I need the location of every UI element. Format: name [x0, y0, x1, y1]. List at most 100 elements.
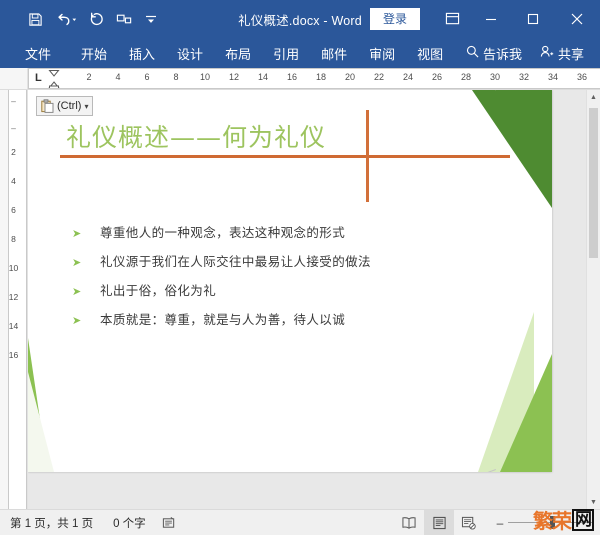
vruler-dash: – [0, 123, 27, 133]
document-region: – – 2 4 6 8 10 12 14 16 [0, 90, 600, 509]
decor-horizontal-rule [60, 155, 510, 158]
list-item: ➤ 礼仪源于我们在人际交往中最易让人接受的做法 [72, 251, 472, 270]
hruler-tick: 10 [200, 72, 210, 82]
decor-bottom-right-line [336, 469, 496, 472]
bullet-marker-icon: ➤ [72, 227, 100, 240]
title-bar-right: 登录 [370, 0, 600, 38]
list-item-text: 礼仪源于我们在人际交往中最易让人接受的做法 [100, 251, 371, 270]
ribbon-display-options-icon[interactable] [434, 0, 470, 38]
hruler-tick: 6 [144, 72, 149, 82]
paste-options-label: (Ctrl) [57, 100, 81, 112]
minimize-button[interactable] [470, 0, 512, 38]
search-icon [466, 45, 479, 61]
indent-markers-icon[interactable] [48, 69, 60, 89]
tab-design[interactable]: 设计 [168, 41, 212, 66]
decor-vertical-rule [366, 110, 369, 202]
hruler-tick: 8 [173, 72, 178, 82]
hruler-tick: 20 [345, 72, 355, 82]
decor-left-pale-triangle [28, 372, 54, 472]
hruler-tick: 4 [115, 72, 120, 82]
horizontal-ruler[interactable]: L 2 4 6 8 10 12 14 16 18 20 22 24 26 28 … [28, 68, 600, 89]
watermark-boxed-char: 网 [572, 509, 594, 531]
decor-bottom-right-green-triangle [500, 354, 552, 472]
ruler-corner [0, 68, 28, 89]
hruler-tick: 30 [490, 72, 500, 82]
tab-references[interactable]: 引用 [264, 41, 308, 66]
ribbon-tab-bar: 文件 开始 插入 设计 布局 引用 邮件 审阅 视图 告诉我 共享 [0, 38, 600, 68]
hruler-tick: 18 [316, 72, 326, 82]
vertical-ruler[interactable]: – – 2 4 6 8 10 12 14 16 [0, 90, 28, 509]
quick-access-toolbar [0, 6, 164, 32]
read-mode-view-button[interactable] [394, 510, 424, 535]
status-bar: 第 1 页，共 1 页 0 个字 – 繁荣 网 [0, 509, 600, 535]
tab-stop-selector[interactable]: L [35, 72, 42, 84]
list-item-text: 尊重他人的一种观念，表达这种观念的形式 [100, 222, 345, 241]
vruler-tick: 10 [0, 263, 27, 273]
decor-top-right-green-triangle [472, 90, 552, 208]
scrollbar-thumb[interactable] [589, 108, 598, 258]
document-canvas[interactable]: 礼仪概述——何为礼仪 ➤ 尊重他人的一种观念，表达这种观念的形式 ➤ 礼仪源于我… [28, 90, 600, 509]
list-item-text: 礼出于俗，俗化为礼 [100, 280, 216, 299]
sign-in-button[interactable]: 登录 [370, 8, 420, 30]
tab-insert[interactable]: 插入 [120, 41, 164, 66]
vruler-tick: 6 [0, 205, 27, 215]
hruler-tick: 32 [519, 72, 529, 82]
word-count-status[interactable]: 0 个字 [103, 515, 156, 531]
status-bar-right: – 繁荣 网 [394, 510, 600, 535]
zoom-out-button[interactable]: – [492, 516, 508, 530]
share-label: 共享 [558, 44, 584, 63]
customize-quick-access-icon[interactable] [138, 6, 164, 32]
bullet-marker-icon: ➤ [72, 285, 100, 298]
bullet-marker-icon: ➤ [72, 256, 100, 269]
hruler-tick: 12 [229, 72, 239, 82]
undo-icon[interactable] [49, 6, 83, 32]
maximize-button[interactable] [512, 0, 554, 38]
hruler-tick: 28 [461, 72, 471, 82]
watermark: 繁荣 网 [533, 505, 594, 534]
tell-me-button[interactable]: 告诉我 [458, 42, 530, 65]
vruler-tick: 4 [0, 176, 27, 186]
web-layout-view-button[interactable] [454, 510, 484, 535]
document-page[interactable]: 礼仪概述——何为礼仪 ➤ 尊重他人的一种观念，表达这种观念的形式 ➤ 礼仪源于我… [28, 90, 552, 472]
scroll-up-icon[interactable]: ▲ [587, 90, 600, 104]
list-item: ➤ 礼出于俗，俗化为礼 [72, 280, 472, 299]
vruler-tick: 12 [0, 292, 27, 302]
ribbon-right-group: 告诉我 共享 [458, 42, 592, 65]
list-item: ➤ 尊重他人的一种观念，表达这种观念的形式 [72, 222, 472, 241]
redo-icon[interactable] [84, 6, 110, 32]
list-item: ➤ 本质就是：尊重，就是与人为善，待人以诚 [72, 309, 472, 328]
touch-mouse-mode-icon[interactable] [111, 6, 137, 32]
save-icon[interactable] [22, 6, 48, 32]
close-button[interactable] [554, 0, 600, 38]
hruler-tick: 34 [548, 72, 558, 82]
share-button[interactable]: 共享 [532, 42, 592, 65]
hruler-tick: 14 [258, 72, 268, 82]
tab-mailings[interactable]: 邮件 [312, 41, 356, 66]
page-title: 礼仪概述——何为礼仪 [66, 118, 326, 154]
tab-review[interactable]: 审阅 [360, 41, 404, 66]
vruler-dash: – [0, 96, 27, 106]
bullet-list: ➤ 尊重他人的一种观念，表达这种观念的形式 ➤ 礼仪源于我们在人际交往中最易让人… [72, 222, 472, 338]
vertical-scrollbar[interactable]: ▲ ▼ [586, 90, 600, 509]
tab-file[interactable]: 文件 [16, 41, 60, 66]
horizontal-ruler-row: L 2 4 6 8 10 12 14 16 18 20 22 24 26 28 … [0, 68, 600, 90]
vruler-tick: 2 [0, 147, 27, 157]
hruler-tick: 2 [86, 72, 91, 82]
clipboard-icon [41, 99, 54, 113]
vruler-tick: 16 [0, 350, 27, 360]
vruler-tick: 8 [0, 234, 27, 244]
tab-layout[interactable]: 布局 [216, 41, 260, 66]
print-layout-view-button[interactable] [424, 510, 454, 535]
proofing-status-icon[interactable] [156, 516, 182, 530]
tab-view[interactable]: 视图 [408, 41, 452, 66]
page-number-status[interactable]: 第 1 页，共 1 页 [0, 515, 103, 531]
title-bar: 礼仪概述.docx - Word 登录 [0, 0, 600, 38]
chevron-down-icon[interactable]: ▾ [84, 102, 88, 111]
paste-options-button[interactable]: (Ctrl) ▾ [36, 96, 93, 116]
watermark-text: 繁荣 [533, 505, 571, 534]
hruler-tick: 16 [287, 72, 297, 82]
hruler-tick: 36 [577, 72, 587, 82]
person-add-icon [540, 45, 554, 61]
tab-home[interactable]: 开始 [72, 41, 116, 66]
vruler-tick: 14 [0, 321, 27, 331]
